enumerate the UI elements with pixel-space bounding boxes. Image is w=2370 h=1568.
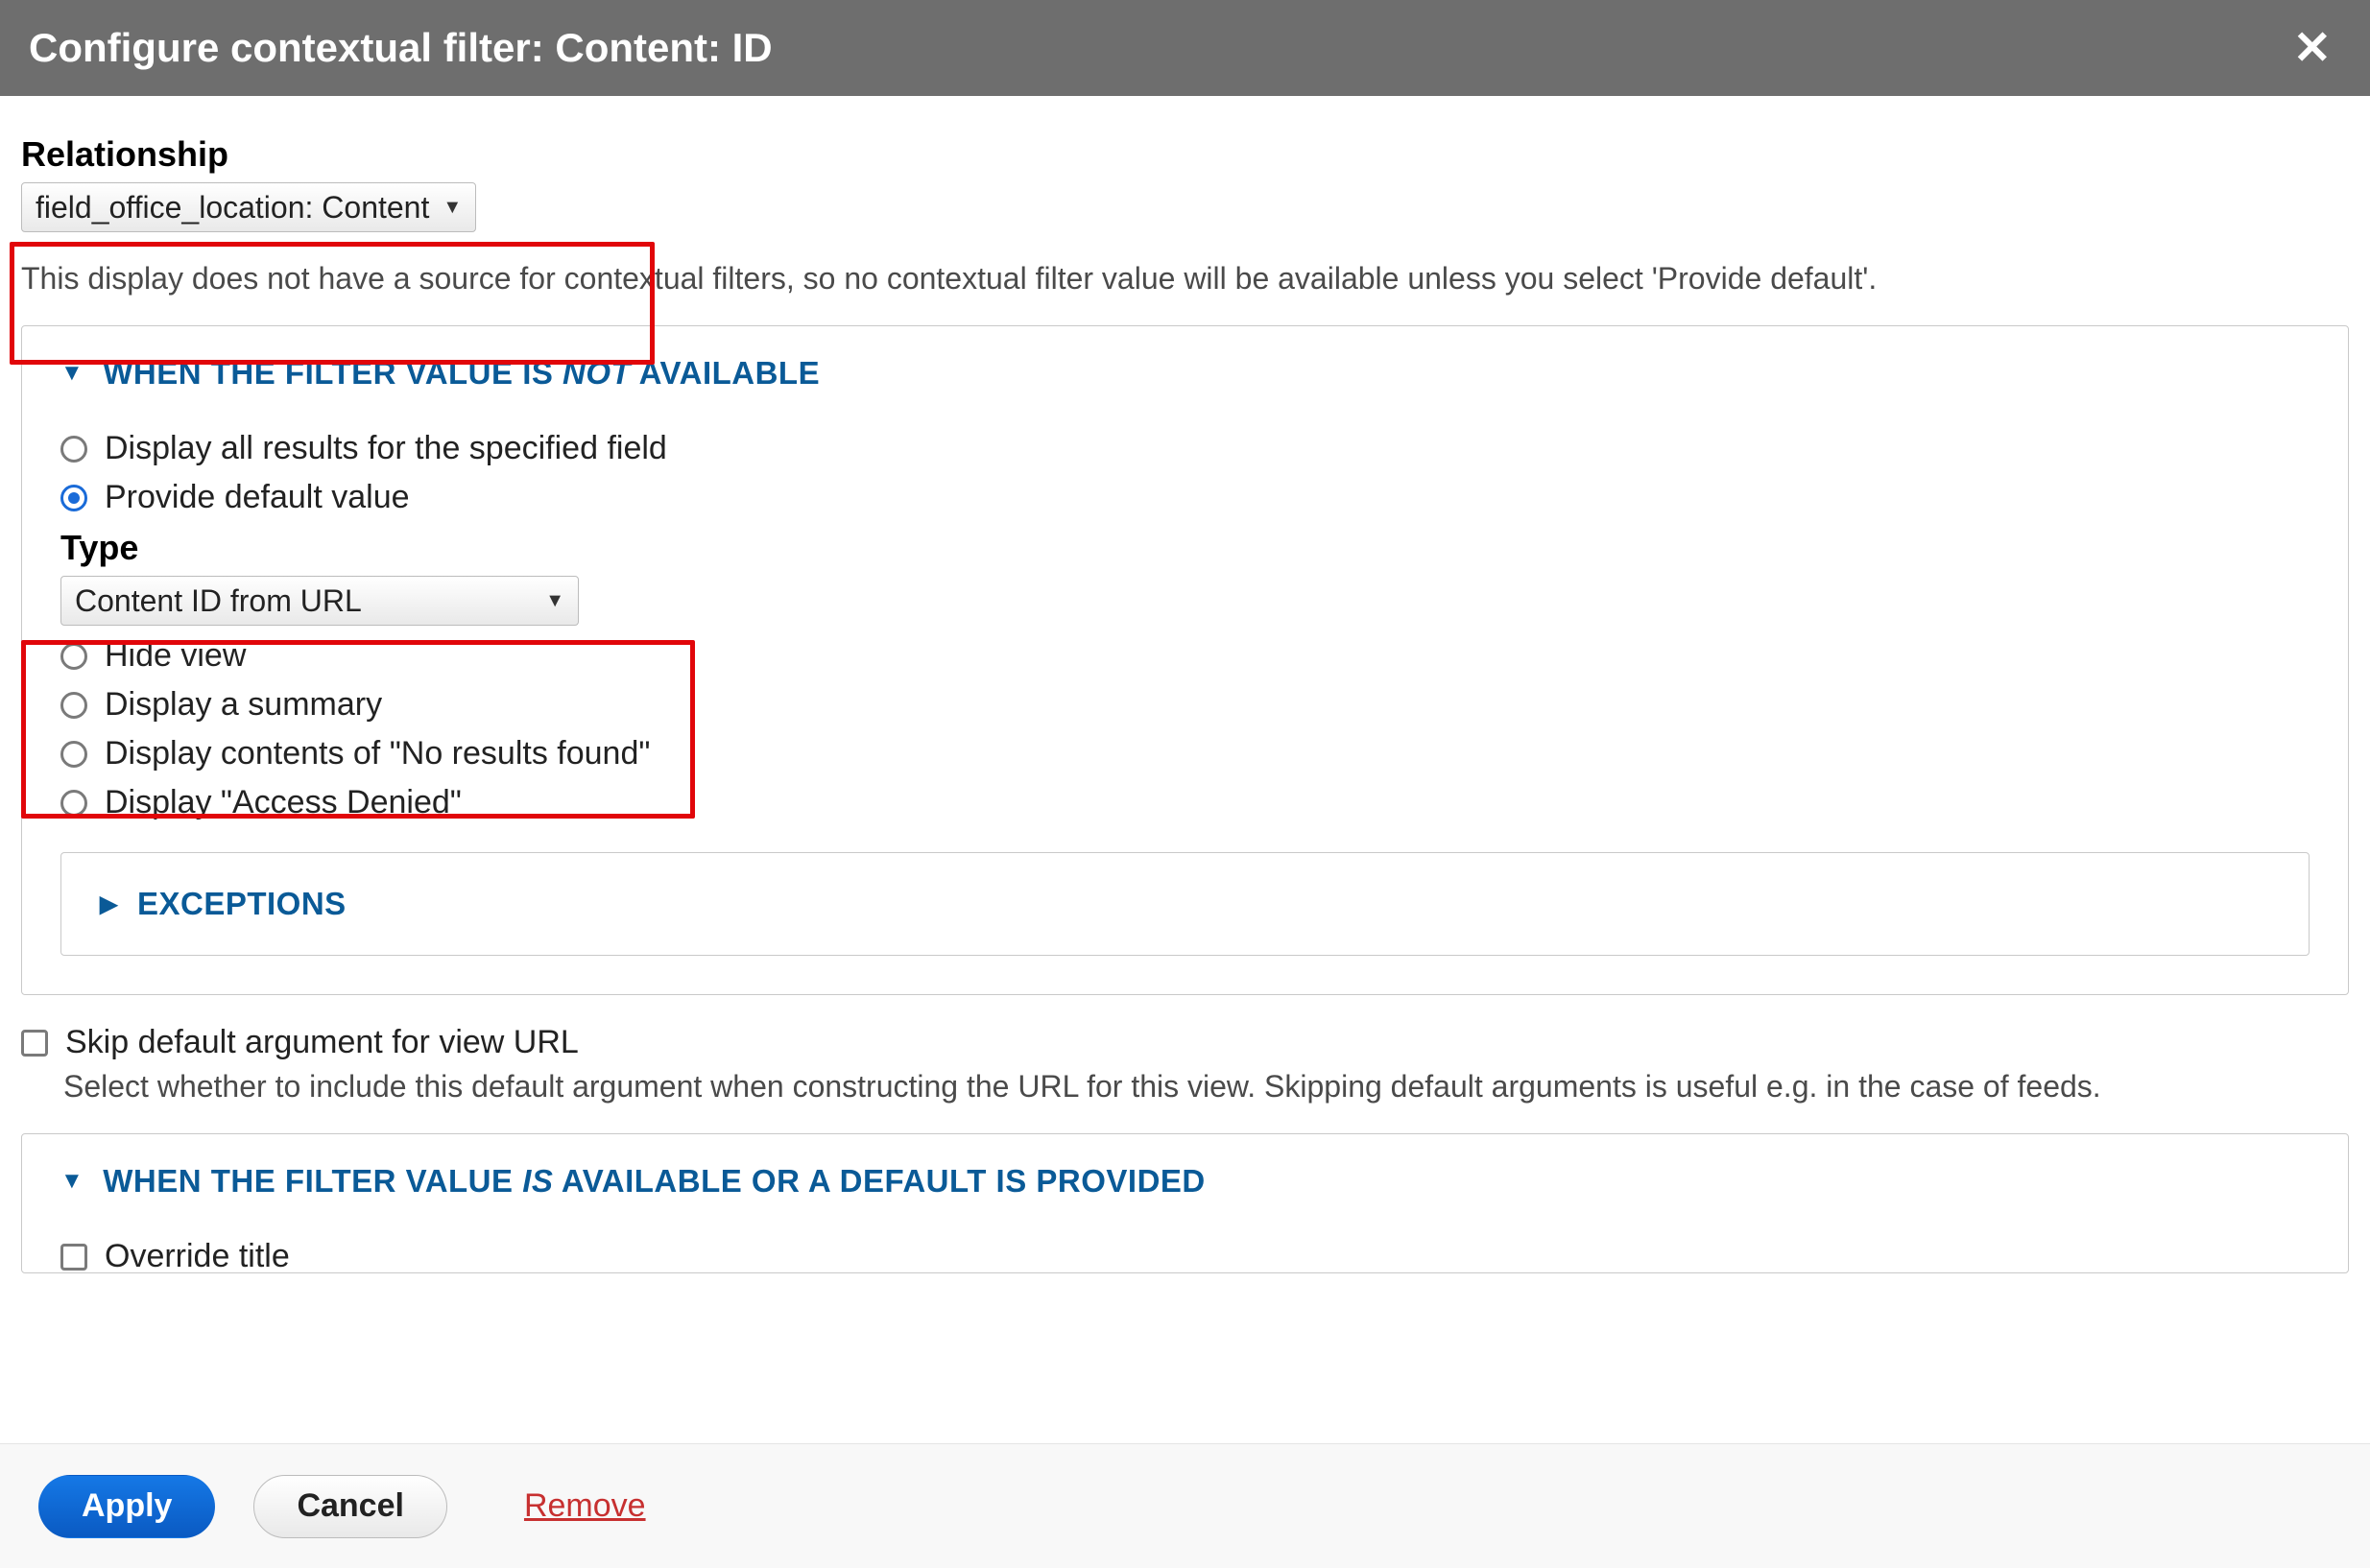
caret-down-icon: ▼ xyxy=(60,1168,84,1195)
radio-icon xyxy=(60,790,87,817)
apply-button-label: Apply xyxy=(82,1487,172,1525)
radio-provide-default[interactable]: Provide default value xyxy=(60,479,2310,516)
legend-text-post: AVAILABLE OR A DEFAULT IS PROVIDED xyxy=(553,1163,1205,1199)
legend-text-pre: WHEN THE FILTER VALUE xyxy=(103,1163,522,1199)
cancel-button[interactable]: Cancel xyxy=(253,1475,447,1538)
relationship-select-value: field_office_location: Content xyxy=(36,190,429,226)
checkbox-icon xyxy=(60,1244,87,1271)
type-label: Type xyxy=(60,528,2310,568)
checkbox-icon xyxy=(21,1030,48,1057)
default-value-type-block: Type Content ID from URL ▼ xyxy=(60,528,2310,626)
cancel-button-label: Cancel xyxy=(297,1487,404,1525)
chevron-down-icon: ▼ xyxy=(443,197,462,219)
type-select-value: Content ID from URL xyxy=(75,583,362,619)
fieldset-not-available: ▼ WHEN THE FILTER VALUE IS NOT AVAILABLE… xyxy=(21,325,2349,995)
legend-text-pre: WHEN THE FILTER VALUE IS xyxy=(103,355,563,391)
radio-icon xyxy=(60,741,87,768)
radio-label: Provide default value xyxy=(105,479,410,516)
radio-hide-view[interactable]: Hide view xyxy=(60,637,2310,675)
close-icon[interactable]: ✕ xyxy=(2284,21,2341,75)
radio-label: Hide view xyxy=(105,637,246,675)
dialog-body: Relationship field_office_location: Cont… xyxy=(0,96,2370,1443)
skip-default-label: Skip default argument for view URL xyxy=(65,1024,579,1061)
radio-icon xyxy=(60,692,87,719)
chevron-down-icon: ▼ xyxy=(545,590,564,612)
dialog-title: Configure contextual filter: Content: ID xyxy=(29,25,773,71)
skip-default-checkbox-row[interactable]: Skip default argument for view URL xyxy=(21,1024,2349,1061)
exceptions-heading: EXCEPTIONS xyxy=(137,886,347,922)
radio-label: Display "Access Denied" xyxy=(105,784,462,821)
radio-display-summary[interactable]: Display a summary xyxy=(60,686,2310,724)
radio-access-denied[interactable]: Display "Access Denied" xyxy=(60,784,2310,821)
caret-down-icon: ▼ xyxy=(60,360,84,387)
relationship-label: Relationship xyxy=(21,134,2349,175)
radio-display-all[interactable]: Display all results for the specified fi… xyxy=(60,430,2310,467)
dialog-footer: Apply Cancel Remove xyxy=(0,1443,2370,1568)
apply-button[interactable]: Apply xyxy=(38,1475,215,1538)
type-select[interactable]: Content ID from URL ▼ xyxy=(60,576,579,626)
radio-icon xyxy=(60,485,87,511)
fieldset-not-available-legend[interactable]: ▼ WHEN THE FILTER VALUE IS NOT AVAILABLE xyxy=(60,355,2310,392)
not-available-options: Display all results for the specified fi… xyxy=(60,430,2310,956)
override-title-checkbox-row[interactable]: Override title xyxy=(60,1238,2310,1272)
fieldset-exceptions-legend[interactable]: ▶ EXCEPTIONS xyxy=(100,886,2270,922)
relationship-select[interactable]: field_office_location: Content ▼ xyxy=(21,182,476,232)
contextual-note: This display does not have a source for … xyxy=(21,261,2349,297)
legend-text-em: IS xyxy=(522,1163,553,1199)
radio-label: Display all results for the specified fi… xyxy=(105,430,667,467)
override-title-label: Override title xyxy=(105,1238,290,1272)
fieldset-exceptions: ▶ EXCEPTIONS xyxy=(60,852,2310,956)
caret-right-icon: ▶ xyxy=(100,891,118,918)
radio-label: Display a summary xyxy=(105,686,382,724)
skip-default-description: Select whether to include this default a… xyxy=(63,1069,2349,1105)
radio-icon xyxy=(60,643,87,670)
fieldset-is-available-legend[interactable]: ▼ WHEN THE FILTER VALUE IS AVAILABLE OR … xyxy=(60,1163,2310,1200)
radio-label: Display contents of "No results found" xyxy=(105,735,650,772)
legend-text-post: AVAILABLE xyxy=(631,355,820,391)
radio-icon xyxy=(60,436,87,463)
dialog-titlebar: Configure contextual filter: Content: ID… xyxy=(0,0,2370,96)
radio-no-results[interactable]: Display contents of "No results found" xyxy=(60,735,2310,772)
fieldset-is-available: ▼ WHEN THE FILTER VALUE IS AVAILABLE OR … xyxy=(21,1133,2349,1273)
remove-link[interactable]: Remove xyxy=(524,1487,646,1525)
legend-text-em: NOT xyxy=(563,355,631,391)
